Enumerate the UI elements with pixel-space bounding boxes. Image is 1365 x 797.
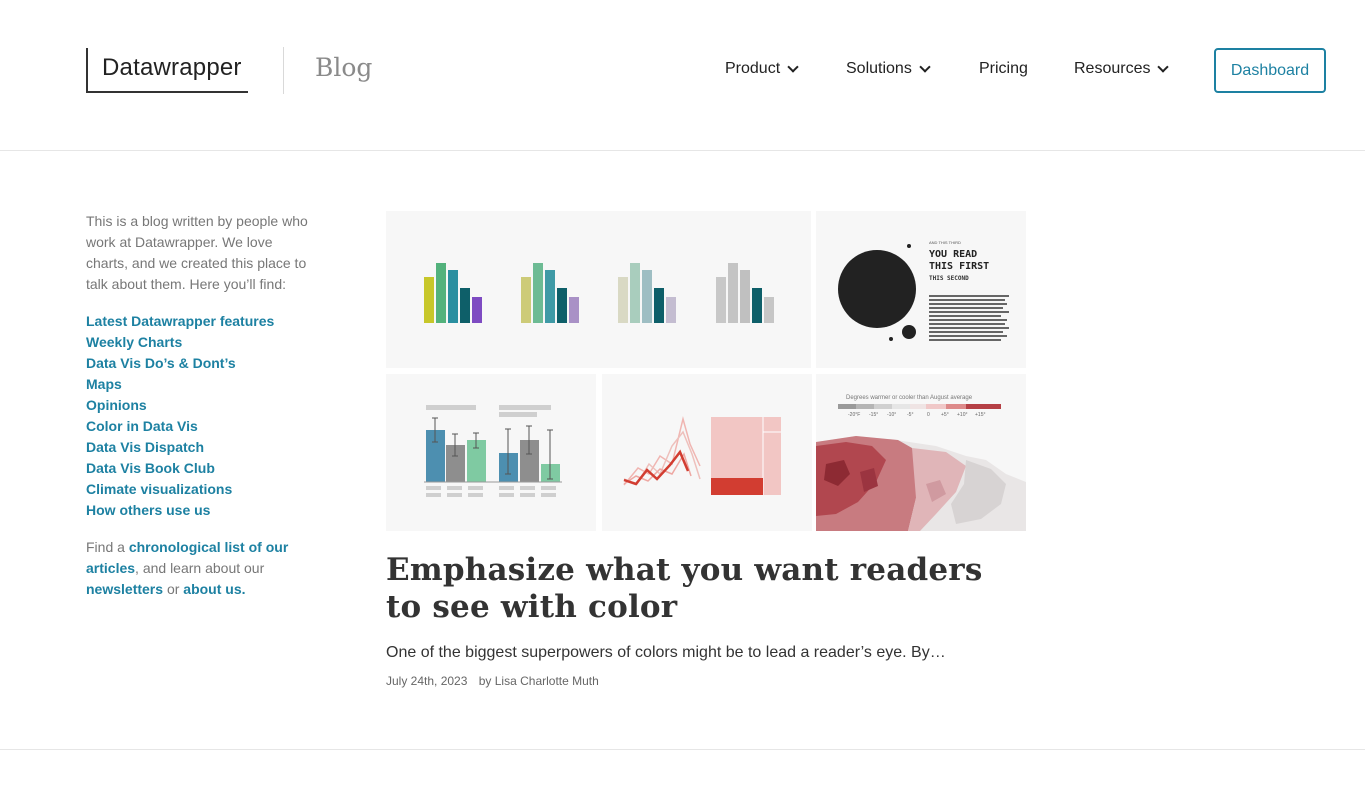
category-link[interactable]: Latest Datawrapper features [86, 311, 274, 332]
category-link[interactable]: Maps [86, 374, 274, 395]
header-divider [0, 150, 1365, 151]
article-title[interactable]: Emphasize what you want readers to see w… [386, 552, 1026, 626]
category-link[interactable]: Data Vis Dispatch [86, 437, 274, 458]
category-link[interactable]: Data Vis Do’s & Dont’s [86, 353, 274, 374]
article-meta: July 24th, 2023 by Lisa Charlotte Muth [386, 674, 599, 688]
hero-panel-map: Degrees warmer or cooler than August ave… [816, 374, 1026, 531]
body-text-lines [929, 295, 1009, 341]
blog-link[interactable]: Blog [315, 53, 372, 82]
about-us-link[interactable]: about us. [183, 581, 245, 597]
map-legend-tick: -10° [887, 412, 896, 418]
map-legend-tick: -20°F [848, 412, 860, 418]
you-read-text: YOU READ [929, 249, 977, 260]
nav-solutions-label: Solutions [846, 60, 912, 77]
logo-link[interactable]: Datawrapper [86, 48, 248, 93]
category-link[interactable]: Data Vis Book Club [86, 458, 274, 479]
map-legend-tick: +5° [941, 412, 949, 418]
map-legend-tick: 0 [927, 412, 930, 418]
category-list: Latest Datawrapper features Weekly Chart… [86, 311, 274, 521]
category-link[interactable]: How others use us [86, 500, 274, 521]
red-lines-illustration [623, 416, 781, 495]
this-second-text: THIS SECOND [929, 275, 969, 282]
map-legend-title: Degrees warmer or cooler than August ave… [846, 395, 973, 401]
hero-panel-bars [386, 211, 811, 368]
map-legend-tick: -15° [869, 412, 878, 418]
category-link[interactable]: Color in Data Vis [86, 416, 274, 437]
map-legend-tick: +10° [957, 412, 967, 418]
nav-product-label: Product [725, 60, 781, 77]
article-date: July 24th, 2023 [386, 674, 468, 688]
map-legend-tick: -5° [907, 412, 913, 418]
this-first-text: THIS FIRST [929, 261, 989, 272]
article-hero-image[interactable]: AND THIS THIRD YOU READ THIS FIRST THIS … [386, 211, 1026, 531]
bar-group-4 [716, 263, 774, 323]
error-bar-illustration [424, 405, 562, 497]
bar-group-1 [424, 263, 482, 323]
nav-product[interactable]: Product [725, 60, 799, 78]
map-legend-tick: +15° [975, 412, 985, 418]
nav-pricing[interactable]: Pricing [979, 60, 1028, 78]
hero-panel-red-lines [602, 374, 812, 531]
find-or: or [166, 581, 180, 597]
find-mid: , and learn about our [135, 560, 265, 576]
newsletters-link[interactable]: newsletters [86, 581, 163, 597]
logo-divider [283, 47, 284, 94]
reading-order-illustration: AND THIS THIRD YOU READ THIS FIRST THIS … [838, 240, 1009, 341]
nav-resources-label: Resources [1074, 60, 1151, 77]
eyebrow-text: AND THIS THIRD [929, 240, 961, 245]
category-link[interactable]: Weekly Charts [86, 332, 274, 353]
hero-panel-read-order: AND THIS THIRD YOU READ THIS FIRST THIS … [816, 211, 1026, 368]
logo-text: Datawrapper [102, 54, 242, 81]
article-author[interactable]: by Lisa Charlotte Muth [479, 674, 599, 688]
dashboard-button[interactable]: Dashboard [1214, 48, 1326, 93]
nav-pricing-label: Pricing [979, 60, 1028, 77]
nav-solutions[interactable]: Solutions [846, 60, 931, 78]
find-prefix: Find a [86, 539, 125, 555]
chevron-down-icon [1157, 60, 1170, 73]
article-excerpt: One of the biggest superpowers of colors… [386, 644, 946, 661]
footer-divider [0, 749, 1365, 750]
bar-group-2 [521, 263, 579, 323]
chevron-down-icon [919, 60, 931, 73]
sidebar-find: Find a chronological list of our article… [86, 537, 311, 600]
chevron-down-icon [787, 60, 799, 73]
hero-panel-error-bars [386, 374, 596, 531]
map-illustration: Degrees warmer or cooler than August ave… [816, 395, 1026, 531]
nav-resources[interactable]: Resources [1074, 60, 1170, 78]
category-link[interactable]: Climate visualizations [86, 479, 274, 500]
bar-groups-illustration [424, 263, 774, 323]
category-link[interactable]: Opinions [86, 395, 274, 416]
bar-group-3 [618, 263, 676, 323]
sidebar-intro: This is a blog written by people who wor… [86, 213, 308, 292]
